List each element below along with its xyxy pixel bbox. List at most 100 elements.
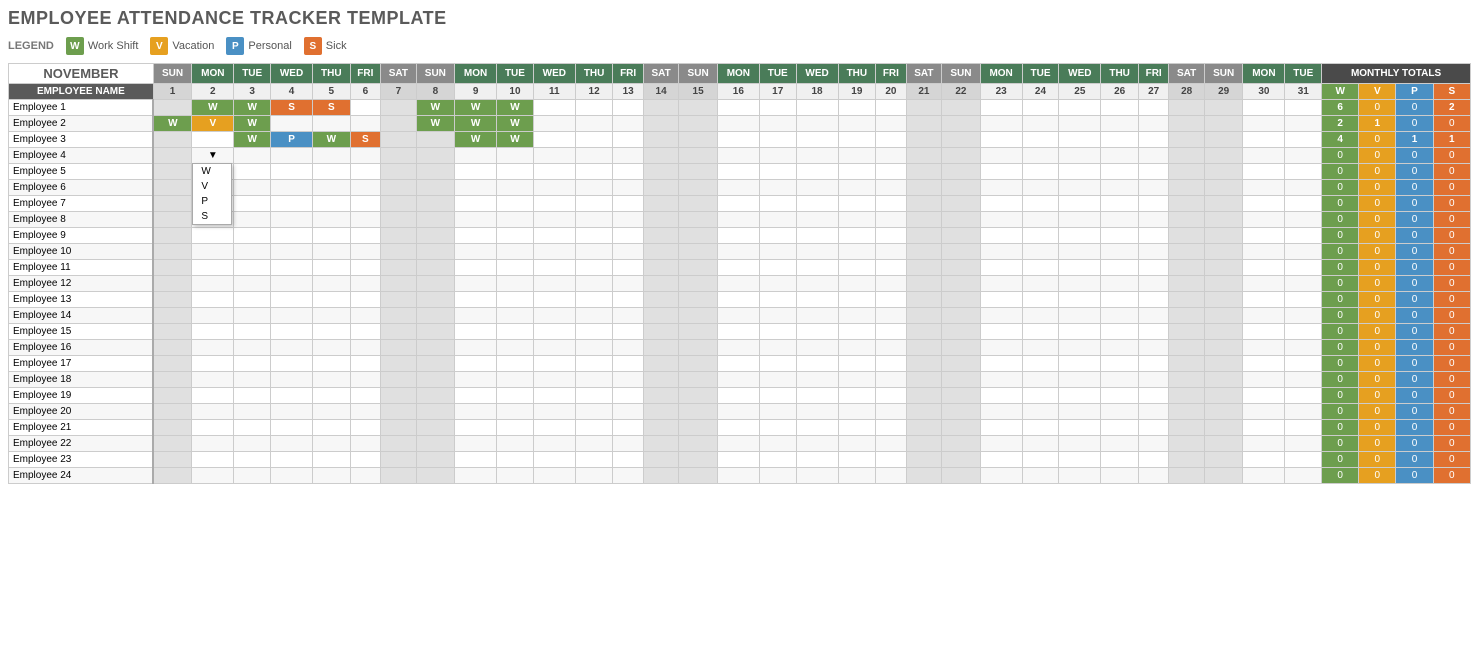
- attendance-cell-21[interactable]: [906, 452, 942, 468]
- attendance-cell-29[interactable]: [1204, 196, 1242, 212]
- attendance-cell-6[interactable]: [350, 324, 380, 340]
- attendance-cell-11[interactable]: [533, 180, 575, 196]
- attendance-cell-19[interactable]: [838, 228, 876, 244]
- attendance-cell-5[interactable]: [313, 276, 351, 292]
- attendance-cell-12[interactable]: [575, 164, 613, 180]
- attendance-cell-20[interactable]: [876, 356, 906, 372]
- attendance-cell-17[interactable]: [759, 196, 796, 212]
- attendance-cell-8[interactable]: [416, 260, 454, 276]
- attendance-cell-24[interactable]: [1022, 148, 1059, 164]
- attendance-cell-24[interactable]: [1022, 228, 1059, 244]
- attendance-cell-31[interactable]: [1285, 116, 1322, 132]
- attendance-cell-1[interactable]: [153, 468, 191, 484]
- attendance-cell-9[interactable]: W: [455, 132, 497, 148]
- attendance-cell-10[interactable]: W: [497, 116, 534, 132]
- attendance-cell-25[interactable]: [1059, 324, 1101, 340]
- attendance-cell-21[interactable]: [906, 324, 942, 340]
- attendance-cell-1[interactable]: [153, 420, 191, 436]
- attendance-cell-14[interactable]: [643, 244, 679, 260]
- attendance-cell-15[interactable]: [679, 356, 717, 372]
- attendance-cell-28[interactable]: [1169, 212, 1205, 228]
- attendance-cell-18[interactable]: [796, 404, 838, 420]
- attendance-cell-4[interactable]: [271, 388, 313, 404]
- attendance-cell-26[interactable]: [1101, 340, 1139, 356]
- dropdown-option-v[interactable]: V: [193, 179, 231, 194]
- attendance-cell-24[interactable]: [1022, 116, 1059, 132]
- attendance-cell-16[interactable]: [717, 244, 759, 260]
- attendance-cell-23[interactable]: [980, 292, 1022, 308]
- attendance-cell-6[interactable]: [350, 356, 380, 372]
- attendance-cell-20[interactable]: [876, 468, 906, 484]
- attendance-cell-21[interactable]: [906, 404, 942, 420]
- attendance-cell-20[interactable]: [876, 228, 906, 244]
- attendance-cell-6[interactable]: [350, 308, 380, 324]
- attendance-cell-29[interactable]: [1204, 132, 1242, 148]
- attendance-cell-21[interactable]: [906, 340, 942, 356]
- attendance-cell-27[interactable]: [1138, 260, 1168, 276]
- attendance-cell-22[interactable]: [942, 164, 980, 180]
- attendance-cell-24[interactable]: [1022, 436, 1059, 452]
- attendance-cell-7[interactable]: [381, 292, 417, 308]
- attendance-cell-14[interactable]: [643, 292, 679, 308]
- attendance-cell-18[interactable]: [796, 436, 838, 452]
- attendance-cell-2[interactable]: V: [192, 116, 234, 132]
- attendance-cell-8[interactable]: [416, 388, 454, 404]
- attendance-cell-15[interactable]: [679, 276, 717, 292]
- attendance-cell-9[interactable]: [455, 276, 497, 292]
- attendance-cell-8[interactable]: W: [416, 100, 454, 116]
- attendance-cell-8[interactable]: [416, 404, 454, 420]
- attendance-cell-30[interactable]: [1243, 196, 1285, 212]
- attendance-cell-4[interactable]: [271, 164, 313, 180]
- attendance-cell-23[interactable]: [980, 372, 1022, 388]
- attendance-cell-31[interactable]: [1285, 404, 1322, 420]
- attendance-cell-17[interactable]: [759, 340, 796, 356]
- attendance-cell-23[interactable]: [980, 324, 1022, 340]
- attendance-cell-21[interactable]: [906, 356, 942, 372]
- attendance-cell-15[interactable]: [679, 404, 717, 420]
- attendance-cell-16[interactable]: [717, 324, 759, 340]
- attendance-cell-14[interactable]: [643, 228, 679, 244]
- attendance-cell-3[interactable]: [234, 148, 271, 164]
- attendance-cell-7[interactable]: [381, 228, 417, 244]
- attendance-cell-12[interactable]: [575, 196, 613, 212]
- attendance-cell-5[interactable]: [313, 116, 351, 132]
- attendance-cell-7[interactable]: [381, 212, 417, 228]
- attendance-cell-23[interactable]: [980, 436, 1022, 452]
- attendance-cell-19[interactable]: [838, 292, 876, 308]
- attendance-cell-17[interactable]: [759, 260, 796, 276]
- attendance-cell-21[interactable]: [906, 276, 942, 292]
- attendance-cell-15[interactable]: [679, 180, 717, 196]
- attendance-cell-14[interactable]: [643, 324, 679, 340]
- attendance-cell-1[interactable]: [153, 164, 191, 180]
- attendance-cell-17[interactable]: [759, 212, 796, 228]
- attendance-cell-21[interactable]: [906, 388, 942, 404]
- attendance-cell-1[interactable]: [153, 372, 191, 388]
- attendance-cell-31[interactable]: [1285, 356, 1322, 372]
- attendance-cell-23[interactable]: [980, 116, 1022, 132]
- attendance-cell-4[interactable]: [271, 196, 313, 212]
- attendance-cell-6[interactable]: [350, 276, 380, 292]
- attendance-cell-31[interactable]: [1285, 308, 1322, 324]
- attendance-cell-14[interactable]: [643, 452, 679, 468]
- attendance-cell-8[interactable]: [416, 212, 454, 228]
- attendance-cell-24[interactable]: [1022, 276, 1059, 292]
- attendance-cell-10[interactable]: [497, 436, 534, 452]
- attendance-cell-17[interactable]: [759, 420, 796, 436]
- attendance-cell-27[interactable]: [1138, 308, 1168, 324]
- attendance-cell-30[interactable]: [1243, 372, 1285, 388]
- attendance-cell-8[interactable]: [416, 468, 454, 484]
- attendance-cell-4[interactable]: [271, 212, 313, 228]
- attendance-cell-13[interactable]: [613, 292, 643, 308]
- attendance-cell-20[interactable]: [876, 404, 906, 420]
- attendance-cell-19[interactable]: [838, 468, 876, 484]
- attendance-cell-19[interactable]: [838, 372, 876, 388]
- attendance-cell-1[interactable]: [153, 356, 191, 372]
- attendance-cell-19[interactable]: [838, 196, 876, 212]
- attendance-cell-14[interactable]: [643, 100, 679, 116]
- attendance-cell-27[interactable]: [1138, 212, 1168, 228]
- attendance-cell-11[interactable]: [533, 148, 575, 164]
- attendance-cell-24[interactable]: [1022, 468, 1059, 484]
- attendance-cell-7[interactable]: [381, 372, 417, 388]
- attendance-cell-3[interactable]: [234, 388, 271, 404]
- attendance-cell-11[interactable]: [533, 436, 575, 452]
